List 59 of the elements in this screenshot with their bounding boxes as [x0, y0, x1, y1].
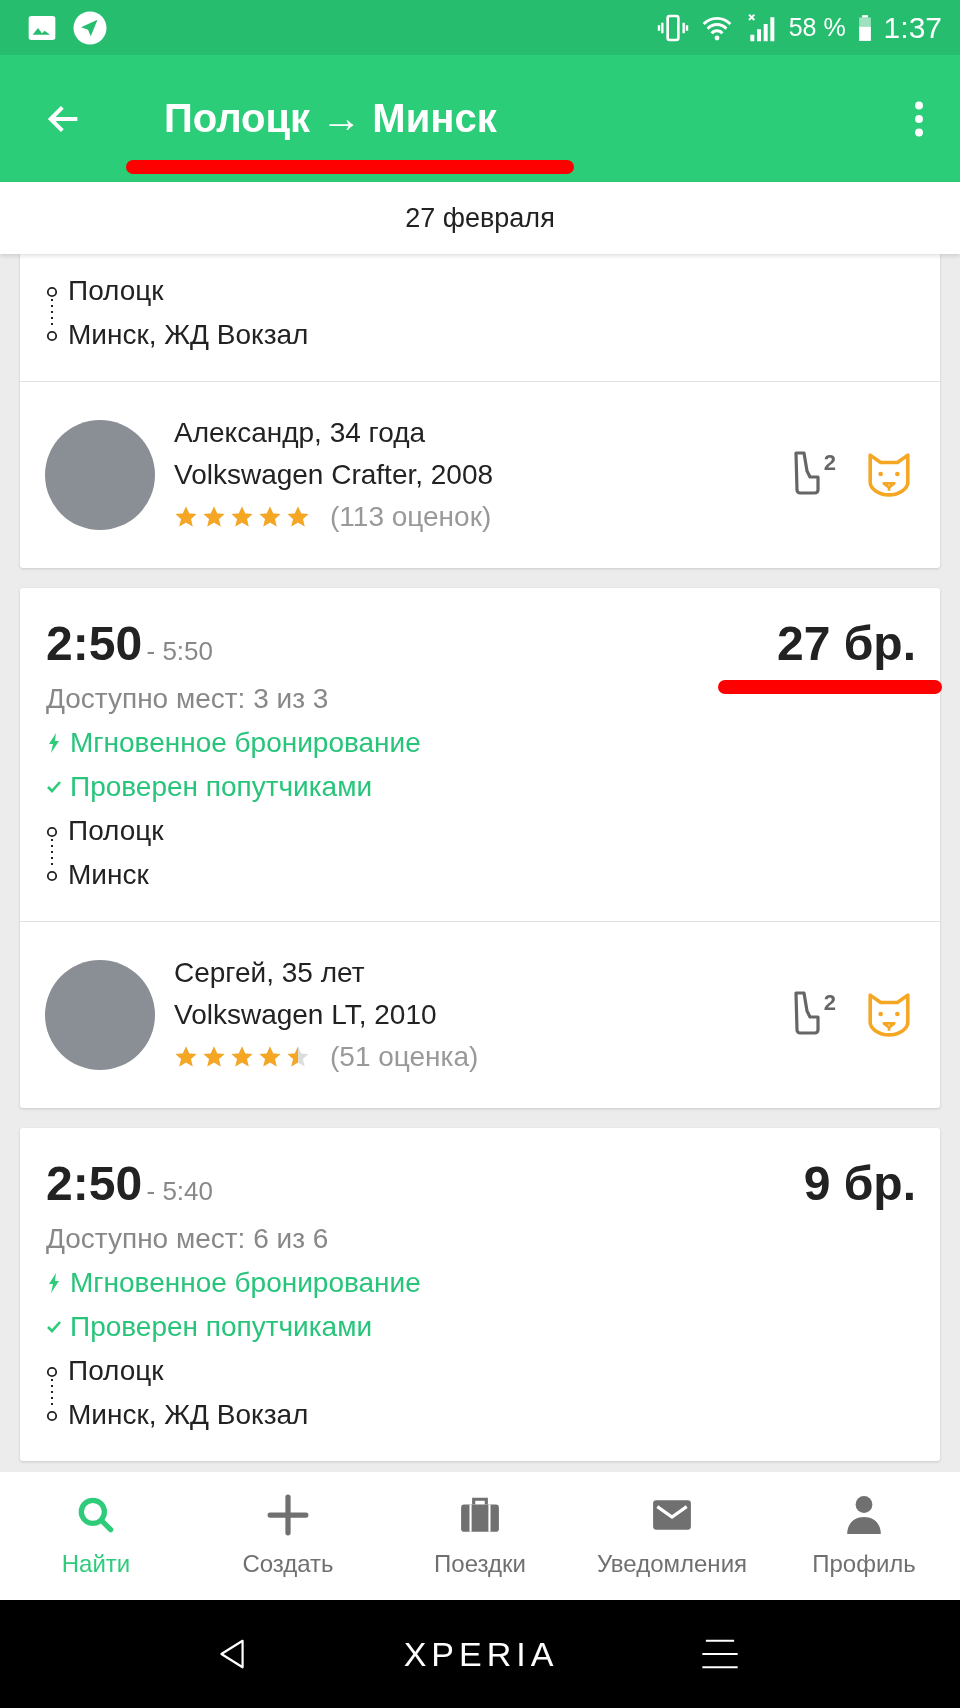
feature-label: Мгновенное бронирование — [70, 727, 421, 759]
driver-name: Сергей, 35 лет — [174, 957, 366, 989]
cat-icon — [866, 992, 912, 1038]
battery-icon — [857, 12, 872, 43]
back-triangle-icon[interactable] — [217, 1639, 246, 1669]
seat-count: 2 — [823, 450, 836, 476]
brand-logo: XPERIA — [403, 1634, 559, 1674]
departure-time: 2:50 — [46, 1156, 143, 1210]
star-icon — [258, 505, 282, 529]
arrival-time: - 5:40 — [146, 1175, 214, 1206]
trip-date: 27 февраля — [405, 202, 555, 234]
star-icon — [202, 1045, 226, 1069]
trip-card[interactable]: 2:50- 5:50 27 бр. Доступно мест: 3 из 3 Мгновенное бронирование Проверен попутчиками Полоцк Минск Сергей, 35 лет Volkswagen LT, 2010 (51 оценка) 2 — [20, 588, 940, 1108]
plus-icon — [267, 1494, 309, 1536]
feature-label: Проверен попутчиками — [70, 1311, 373, 1343]
trip-card[interactable]: Полоцк Минск, ЖД Вокзал Александр, 34 года Volkswagen Crafter, 2008 (113 оценок) 2 — [20, 254, 940, 568]
price: 9 бр. — [803, 1156, 916, 1210]
star-icon — [174, 1045, 198, 1069]
more-vertical-icon — [914, 100, 924, 137]
battery-percentage: 58 % — [788, 13, 846, 42]
lightning-icon — [46, 733, 62, 753]
seat-icon — [792, 450, 822, 496]
available-seats: Доступно мест: 6 из 6 — [46, 1223, 329, 1255]
driver-name: Александр, 34 года — [174, 417, 427, 449]
stop-name: Минск, ЖД Вокзал — [68, 319, 309, 351]
seat-count: 2 — [823, 990, 836, 1016]
seat-icon — [792, 990, 822, 1036]
trip-card[interactable]: 2:50- 5:40 9 бр. Доступно мест: 6 из 6 Мгновенное бронирование Проверен попутчиками Полоцк Минск, ЖД Вокзал — [20, 1128, 940, 1461]
stop-name: Полоцк — [68, 815, 164, 847]
nav-tab[interactable]: Создать — [192, 1472, 384, 1600]
feature-label: Проверен попутчиками — [70, 771, 373, 803]
route-title: Полоцк → Минск — [164, 96, 497, 140]
stop-name: Полоцк — [68, 1355, 164, 1387]
price: 27 бр. — [776, 616, 916, 670]
review-count: (113 оценок) — [330, 501, 492, 533]
departure-time: 2:50 — [46, 616, 143, 670]
lightning-icon — [46, 1273, 62, 1293]
review-count: (51 оценка) — [330, 1041, 479, 1073]
star-icon — [230, 505, 254, 529]
star-icon — [286, 505, 310, 529]
stop-name: Минск — [68, 859, 149, 891]
stop-name: Полоцк — [68, 275, 164, 307]
star-icon — [202, 505, 226, 529]
available-seats: Доступно мест: 3 из 3 — [46, 683, 329, 715]
send-icon — [72, 9, 108, 46]
arrival-time: - 5:50 — [146, 635, 214, 666]
nav-tab[interactable]: Уведомления — [576, 1472, 768, 1600]
star-icon — [174, 505, 198, 529]
clock: 1:37 — [883, 10, 942, 45]
star-icon — [286, 1045, 310, 1069]
stop-name: Минск, ЖД Вокзал — [68, 1399, 309, 1431]
feature-label: Мгновенное бронирование — [70, 1267, 421, 1299]
nav-tab[interactable]: Профиль — [768, 1472, 960, 1600]
car-model: Volkswagen Crafter, 2008 — [174, 459, 495, 491]
cat-icon — [866, 452, 912, 498]
car-model: Volkswagen LT, 2010 — [174, 999, 438, 1031]
nav-tab[interactable]: Поездки — [384, 1472, 576, 1600]
star-icon — [230, 1045, 254, 1069]
star-icon — [258, 1045, 282, 1069]
